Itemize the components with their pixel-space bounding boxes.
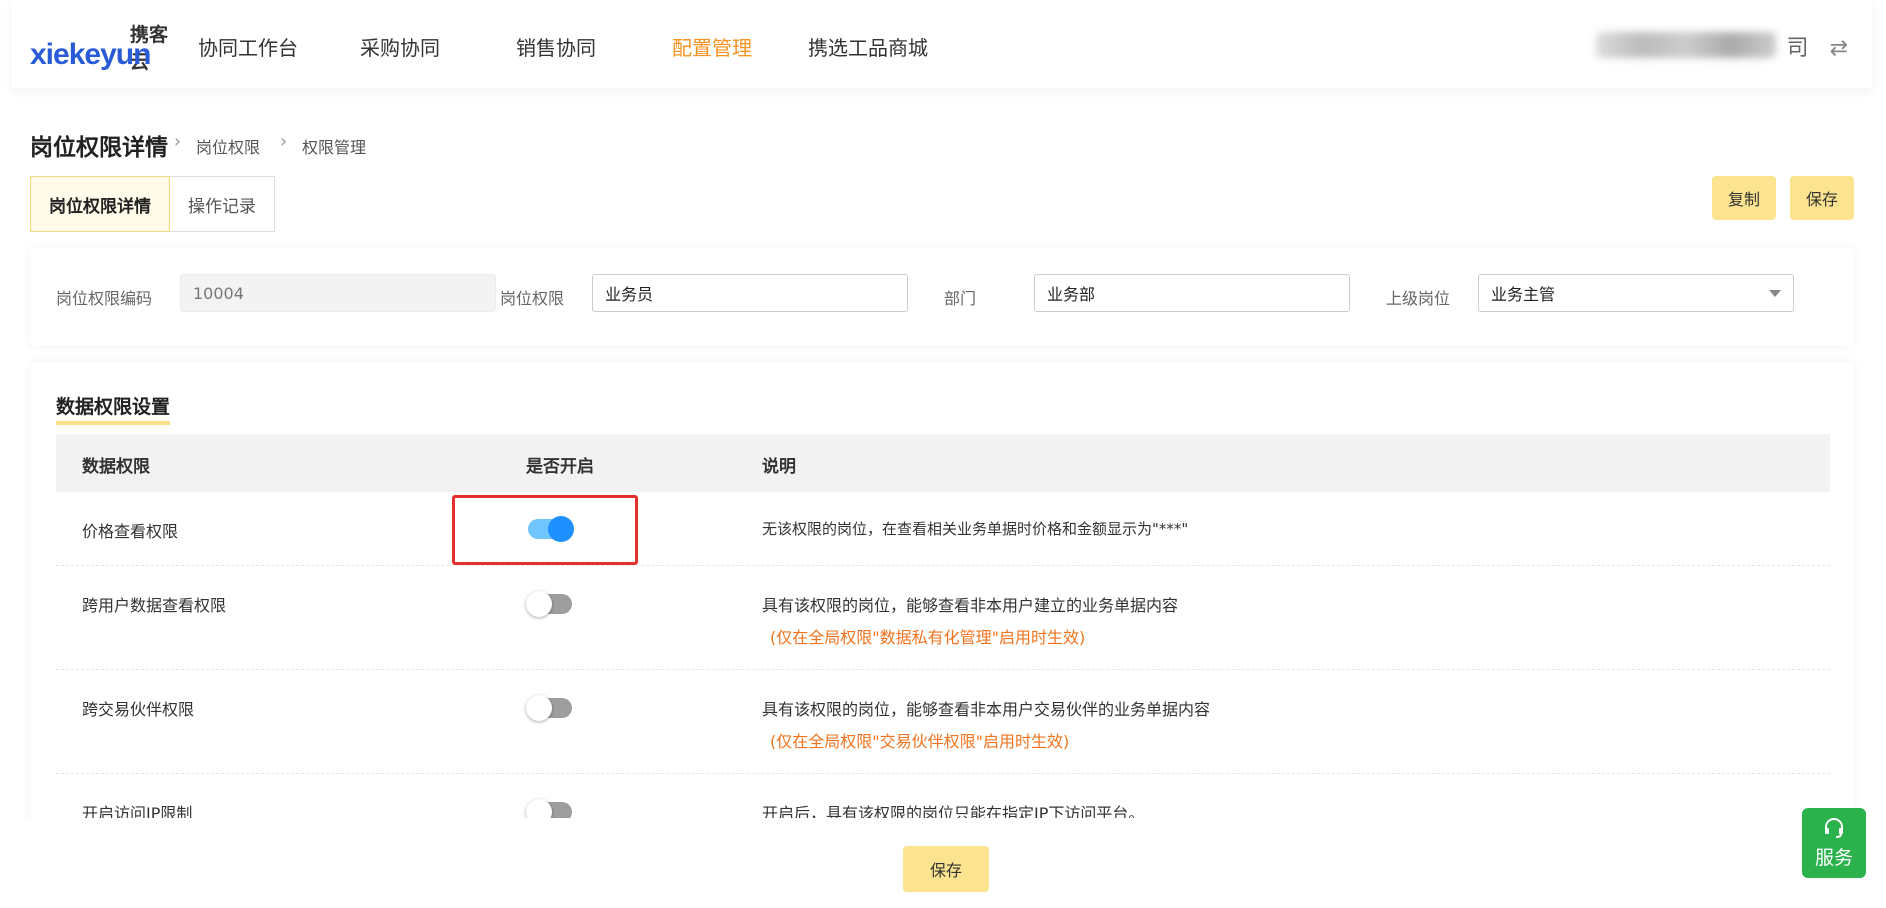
superior-label: 上级岗位 <box>1386 289 1451 308</box>
role-label: 岗位权限 <box>500 289 565 308</box>
code-field: 10004 <box>180 274 496 312</box>
switch-icon[interactable]: ⇄ <box>1830 36 1848 61</box>
header-permission: 数据权限 <box>82 457 150 477</box>
table-row: 跨交易伙伴权限 具有该权限的岗位，能够查看非本用户交易伙伴的业务单据内容 (仅在… <box>56 670 1830 774</box>
company-suffix: 司 <box>1786 36 1809 61</box>
section-title: 数据权限设置 <box>56 392 171 425</box>
company-name-blurred <box>1596 32 1776 58</box>
toggle-knob <box>526 591 552 617</box>
nav-purchase[interactable]: 采购协同 <box>360 32 440 61</box>
logo[interactable]: 携客云 xiekeyun <box>30 20 180 73</box>
role-name-field[interactable]: 业务员 <box>592 274 908 312</box>
data-permission-card: 数据权限设置 数据权限 是否开启 说明 价格查看权限 无该权限的岗位，在查看相关… <box>30 362 1854 832</box>
basic-info-card: 岗位权限编码 10004 岗位权限 业务员 部门 业务部 上级岗位 业务主管 <box>30 248 1854 346</box>
nav-workbench[interactable]: 协同工作台 <box>198 32 298 61</box>
permission-description: 无该权限的岗位，在查看相关业务单据时价格和金额显示为"***" <box>762 520 1189 538</box>
breadcrumb-separator-icon: › <box>174 131 182 152</box>
header-description: 说明 <box>762 457 796 477</box>
table-header: 数据权限 是否开启 说明 <box>56 434 1830 492</box>
page-title: 岗位权限详情 <box>30 135 168 161</box>
dept-field[interactable]: 业务部 <box>1034 274 1350 312</box>
header-enabled: 是否开启 <box>526 457 594 477</box>
chevron-down-icon <box>1769 290 1781 297</box>
nav-config[interactable]: 配置管理 <box>672 32 752 61</box>
code-label: 岗位权限编码 <box>56 289 153 308</box>
table-row: 价格查看权限 无该权限的岗位，在查看相关业务单据时价格和金额显示为"***" <box>56 492 1830 566</box>
superior-select[interactable]: 业务主管 <box>1478 274 1794 312</box>
copy-button[interactable]: 复制 <box>1712 176 1776 220</box>
table-row: 跨用户数据查看权限 具有该权限的岗位，能够查看非本用户建立的业务单据内容 (仅在… <box>56 566 1830 670</box>
permission-note: (仅在全局权限"数据私有化管理"启用时生效) <box>770 628 1086 647</box>
breadcrumb-separator-icon: › <box>280 131 288 152</box>
save-button-bottom[interactable]: 保存 <box>903 846 989 892</box>
save-button-top[interactable]: 保存 <box>1790 176 1854 220</box>
logo-text-en: xiekeyun <box>30 38 151 71</box>
breadcrumb-permission-management[interactable]: 权限管理 <box>302 134 366 158</box>
tab-bar: 岗位权限详情 操作记录 <box>30 176 275 232</box>
company-switch[interactable]: 司 ⇄ <box>1787 30 1848 62</box>
tab-operation-log[interactable]: 操作记录 <box>170 176 275 232</box>
permission-name: 价格查看权限 <box>82 522 179 541</box>
toggle-switch[interactable] <box>528 516 574 542</box>
toggle-knob <box>548 516 574 542</box>
service-button[interactable]: 服务 <box>1802 808 1866 878</box>
permission-name: 跨用户数据查看权限 <box>82 596 227 615</box>
superior-value: 业务主管 <box>1491 285 1556 304</box>
toggle-switch[interactable] <box>526 591 572 617</box>
nav-sales[interactable]: 销售协同 <box>516 32 596 61</box>
breadcrumb-role-permission[interactable]: 岗位权限 <box>196 134 260 158</box>
service-label: 服务 <box>1814 847 1853 869</box>
permission-name: 跨交易伙伴权限 <box>82 700 195 719</box>
toggle-switch[interactable] <box>526 695 572 721</box>
permission-table: 数据权限 是否开启 说明 价格查看权限 无该权限的岗位，在查看相关业务单据时价格… <box>56 434 1830 834</box>
permission-description: 具有该权限的岗位，能够查看非本用户建立的业务单据内容 <box>762 596 1179 615</box>
nav-mall[interactable]: 携选工品商城 <box>808 32 928 61</box>
permission-note: (仅在全局权限"交易伙伴权限"启用时生效) <box>770 732 1070 751</box>
dept-label: 部门 <box>944 289 977 308</box>
top-bar: 携客云 xiekeyun 协同工作台 采购协同 销售协同 配置管理 携选工品商城… <box>12 0 1872 88</box>
headset-icon <box>1825 818 1843 838</box>
tab-role-detail[interactable]: 岗位权限详情 <box>30 176 170 232</box>
permission-description: 具有该权限的岗位，能够查看非本用户交易伙伴的业务单据内容 <box>762 700 1211 719</box>
toggle-knob <box>526 695 552 721</box>
